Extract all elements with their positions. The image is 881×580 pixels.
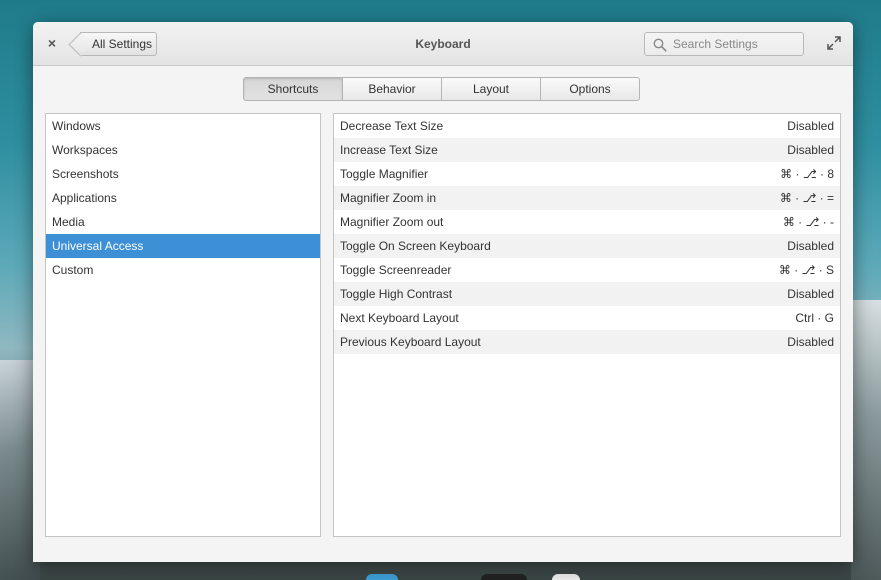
sidebar-item-media[interactable]: Media [46, 210, 320, 234]
shortcut-row[interactable]: Toggle High Contrast Disabled [334, 282, 840, 306]
shortcut-name: Increase Text Size [340, 143, 438, 157]
shortcut-name: Previous Keyboard Layout [340, 335, 481, 349]
shortcut-accelerator[interactable]: Ctrl · G [795, 306, 834, 330]
close-button[interactable]: × [43, 34, 61, 52]
shortcut-row[interactable]: Magnifier Zoom out ⌘ · ⎇ · - [334, 210, 840, 234]
shortcut-name: Toggle Magnifier [340, 167, 429, 181]
category-sidebar: Windows Workspaces Screenshots Applicati… [45, 113, 321, 537]
shortcut-name: Decrease Text Size [340, 119, 444, 133]
sidebar-item-custom[interactable]: Custom [46, 258, 320, 282]
settings-window: × All Settings Keyboard Shortcuts Behavi… [33, 22, 853, 562]
shortcut-accelerator[interactable]: ⌘ · ⎇ · 8 [780, 162, 834, 186]
back-button-label: All Settings [92, 37, 153, 51]
sidebar-item-universal-access[interactable]: Universal Access [46, 234, 320, 258]
shortcut-name: Toggle On Screen Keyboard [340, 239, 491, 253]
shortcut-name: Magnifier Zoom out [340, 215, 444, 229]
sidebar-item-workspaces[interactable]: Workspaces [46, 138, 320, 162]
shortcut-accelerator[interactable]: Disabled [787, 282, 834, 306]
shortcut-row[interactable]: Toggle On Screen Keyboard Disabled [334, 234, 840, 258]
shortcut-row[interactable]: Toggle Magnifier ⌘ · ⎇ · 8 [334, 162, 840, 186]
shortcut-accelerator[interactable]: Disabled [787, 138, 834, 162]
shortcut-name: Toggle High Contrast [340, 287, 453, 301]
search-field[interactable] [644, 32, 804, 56]
sidebar-item-applications[interactable]: Applications [46, 186, 320, 210]
shortcut-row[interactable]: Previous Keyboard Layout Disabled [334, 330, 840, 354]
shortcut-accelerator[interactable]: Disabled [787, 114, 834, 138]
sidebar-item-screenshots[interactable]: Screenshots [46, 162, 320, 186]
shortcut-row[interactable]: Next Keyboard Layout Ctrl · G [334, 306, 840, 330]
sidebar-item-windows[interactable]: Windows [46, 114, 320, 138]
dock-item[interactable] [366, 574, 398, 580]
tab-shortcuts[interactable]: Shortcuts [243, 77, 343, 101]
titlebar: × All Settings Keyboard [33, 22, 853, 66]
dock-item[interactable] [481, 574, 527, 580]
shortcut-accelerator[interactable]: Disabled [787, 330, 834, 354]
shortcut-accelerator[interactable]: ⌘ · ⎇ · S [779, 258, 834, 282]
shortcut-list: Decrease Text Size Disabled Increase Tex… [333, 113, 841, 537]
wallpaper-mountain-right [851, 300, 881, 580]
shortcut-row[interactable]: Increase Text Size Disabled [334, 138, 840, 162]
shortcut-accelerator[interactable]: Disabled [787, 234, 834, 258]
search-input[interactable] [673, 35, 799, 53]
tab-bar: Shortcuts Behavior Layout Options [243, 77, 640, 101]
dock-item[interactable] [552, 574, 580, 580]
shortcut-accelerator[interactable]: ⌘ · ⎇ · - [783, 210, 834, 234]
search-icon [653, 38, 667, 52]
shortcut-row[interactable]: Toggle Screenreader ⌘ · ⎇ · S [334, 258, 840, 282]
maximize-icon[interactable] [827, 36, 841, 50]
tab-behavior[interactable]: Behavior [342, 77, 442, 101]
shortcut-name: Next Keyboard Layout [340, 311, 459, 325]
shortcut-name: Magnifier Zoom in [340, 191, 437, 205]
shortcut-row[interactable]: Decrease Text Size Disabled [334, 114, 840, 138]
back-button[interactable]: All Settings [80, 32, 157, 56]
shortcut-row[interactable]: Magnifier Zoom in ⌘ · ⎇ · = [334, 186, 840, 210]
shortcut-accelerator[interactable]: ⌘ · ⎇ · = [780, 186, 834, 210]
shortcut-name: Toggle Screenreader [340, 263, 452, 277]
tab-layout[interactable]: Layout [441, 77, 541, 101]
tab-options[interactable]: Options [540, 77, 640, 101]
